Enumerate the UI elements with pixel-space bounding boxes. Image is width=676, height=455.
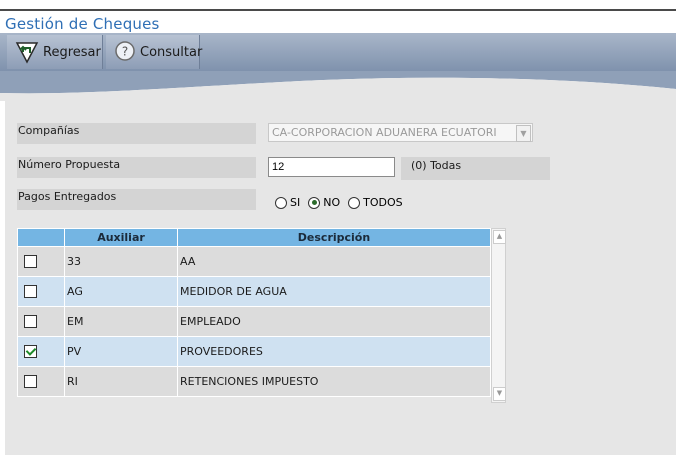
radio-no-label: NO [323, 196, 341, 209]
row-checkbox[interactable] [24, 255, 37, 269]
toolbar: Regresar ? Consultar [0, 33, 676, 71]
cell-auxiliar: AG [64, 276, 178, 307]
header-auxiliar: Auxiliar [64, 228, 178, 247]
chevron-down-icon[interactable]: ▼ [516, 125, 531, 142]
help-icon: ? [114, 40, 136, 64]
table-row[interactable]: PV PROVEEDORES [17, 336, 491, 367]
table-row[interactable]: RI RETENCIONES IMPUESTO [17, 366, 491, 397]
cell-auxiliar: EM [64, 306, 178, 337]
back-button[interactable]: Regresar [7, 35, 103, 69]
payments-label: Pagos Entregados [17, 189, 256, 210]
title-rule [0, 9, 676, 11]
cell-auxiliar: RI [64, 366, 178, 397]
page-title: Gestión de Cheques [5, 15, 160, 33]
row-checkbox[interactable] [24, 285, 37, 299]
header-descripcion: Descripción [177, 228, 491, 247]
cell-descripcion: RETENCIONES IMPUESTO [177, 366, 491, 397]
radio-todos[interactable]: TODOS [348, 196, 403, 209]
query-button-label: Consultar [140, 44, 203, 60]
radio-no[interactable]: NO [308, 196, 340, 209]
proposal-number-input[interactable] [268, 157, 395, 177]
company-select[interactable]: CA-CORPORACION ADUANERA ECUATORI ▼ [268, 123, 533, 142]
cell-descripcion: PROVEEDORES [177, 336, 491, 367]
back-arrow-icon [15, 40, 39, 64]
row-checkbox[interactable] [24, 315, 37, 329]
radio-si-label: SI [290, 196, 301, 209]
cell-auxiliar: 33 [64, 246, 178, 277]
table-row[interactable]: 33 AA [17, 246, 491, 277]
table-row[interactable]: EM EMPLEADO [17, 306, 491, 337]
table-row[interactable]: AG MEDIDOR DE AGUA [17, 276, 491, 307]
scroll-down-icon[interactable]: ▼ [493, 387, 506, 401]
row-checkbox[interactable] [24, 375, 37, 389]
proposal-hint: (0) Todas [411, 159, 462, 172]
header-select [17, 228, 65, 247]
payments-radio-group: SI NO TODOS [275, 196, 411, 209]
radio-si[interactable]: SI [275, 196, 300, 209]
radio-no-circle[interactable] [308, 196, 321, 209]
table-header: Auxiliar Descripción [17, 228, 491, 247]
company-select-value: CA-CORPORACION ADUANERA ECUATORI [272, 126, 497, 139]
cell-descripcion: AA [177, 246, 491, 277]
cell-descripcion: MEDIDOR DE AGUA [177, 276, 491, 307]
row-checkbox[interactable] [24, 345, 37, 359]
query-button[interactable]: ? Consultar [106, 35, 203, 69]
radio-si-circle[interactable] [275, 196, 287, 209]
svg-text:?: ? [122, 45, 128, 59]
back-button-label: Regresar [43, 44, 101, 60]
radio-todos-circle[interactable] [348, 196, 361, 209]
radio-todos-label: TODOS [363, 196, 403, 209]
cell-auxiliar: PV [64, 336, 178, 367]
scroll-up-icon[interactable]: ▲ [493, 230, 506, 244]
table-scrollbar[interactable]: ▲ ▼ [491, 228, 506, 403]
cell-descripcion: EMPLEADO [177, 306, 491, 337]
company-label: Compañías [17, 123, 256, 144]
auxiliary-table: Auxiliar Descripción 33 AA AG MEDIDOR DE… [17, 228, 491, 397]
proposal-label: Número Propuesta [17, 157, 256, 178]
